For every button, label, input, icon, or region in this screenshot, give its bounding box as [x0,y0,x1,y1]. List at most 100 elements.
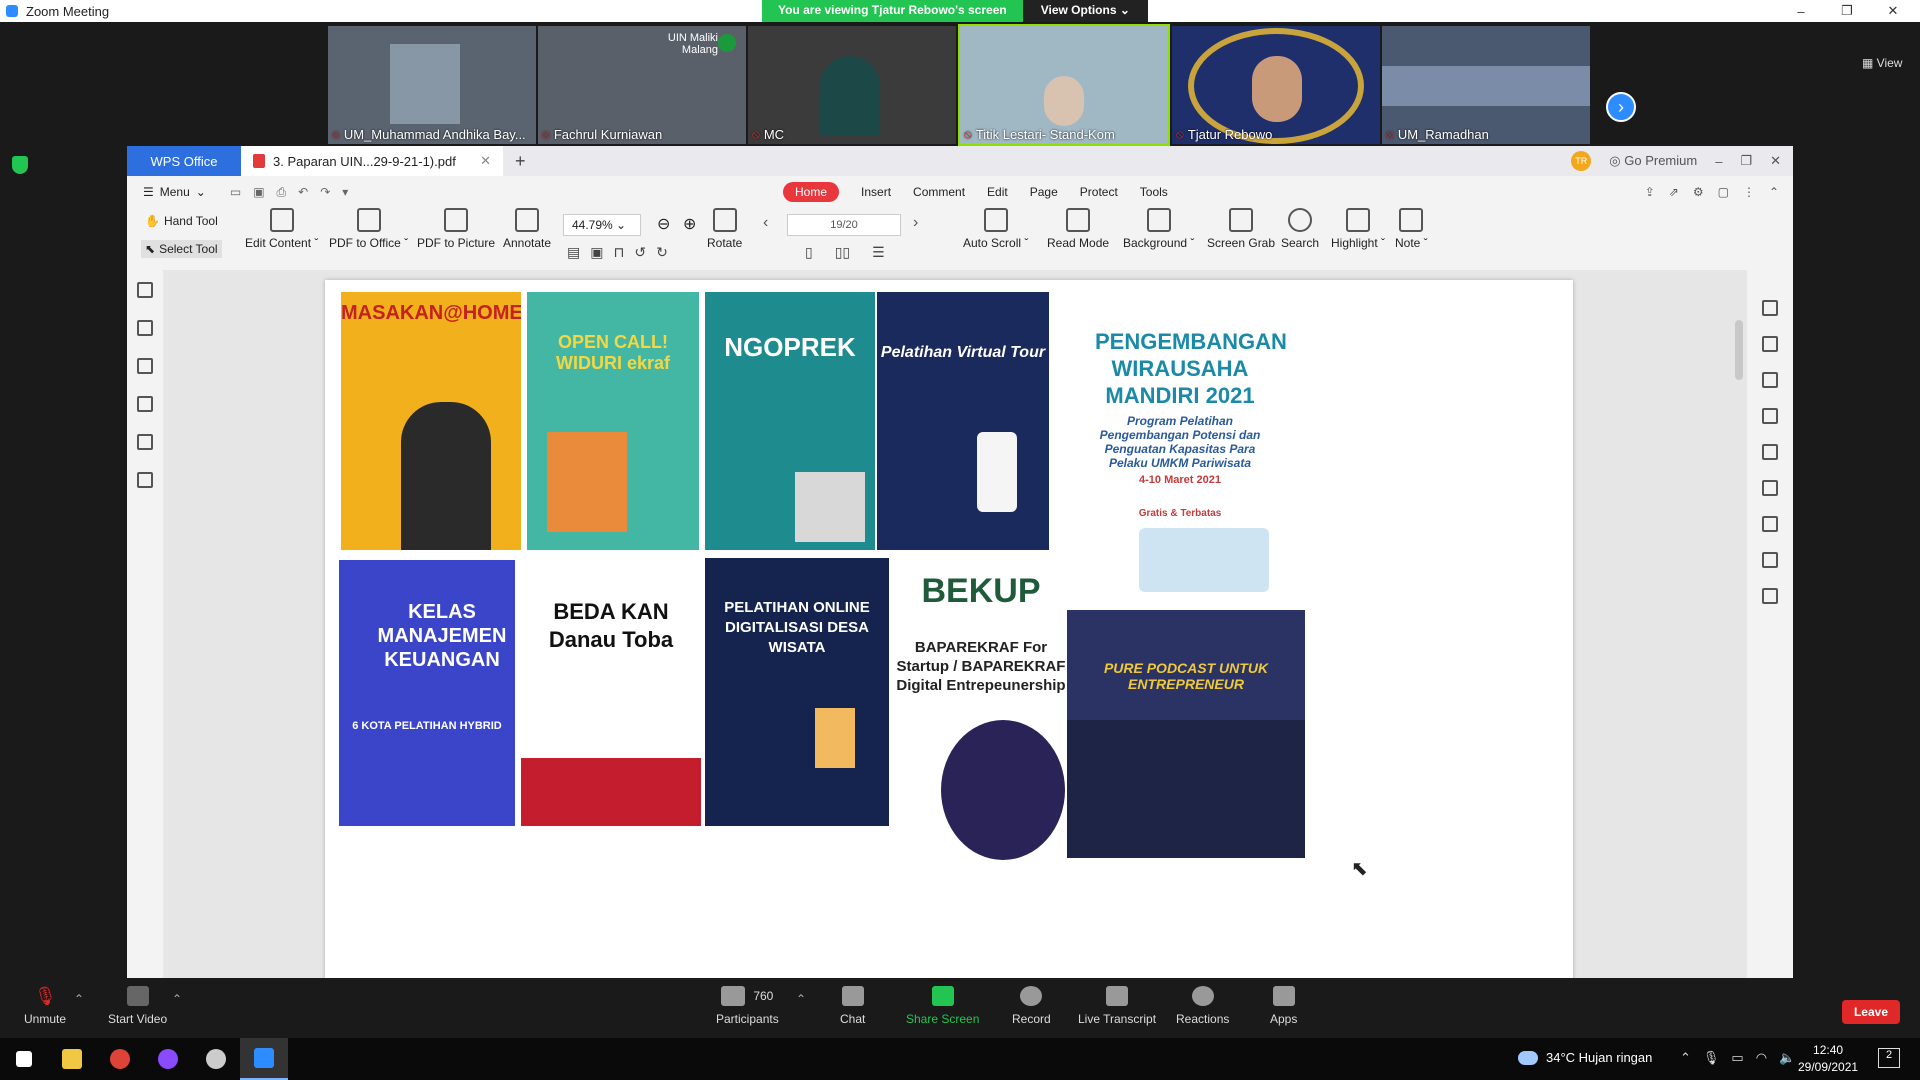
video-options-chevron-icon[interactable]: ⌃ [172,992,182,1006]
save-icon[interactable]: ▣ [253,185,264,200]
screen-grab-button[interactable]: Screen Grab [1207,208,1275,250]
customize-icon[interactable]: ▾ [342,185,348,200]
tab-comment[interactable]: Comment [913,185,965,199]
settings-button[interactable] [192,1038,240,1080]
microphone-icon[interactable]: 🎙 [1703,1050,1720,1066]
zoom-panel-icon[interactable] [1762,588,1778,604]
next-page-icon[interactable]: › [913,214,918,232]
tray-chevron-icon[interactable]: ⌃ [1680,1050,1691,1066]
go-premium-button[interactable]: ◎ Go Premium [1609,153,1697,169]
rotate-right-icon[interactable]: ↻ [656,244,668,261]
wps-office-tab[interactable]: WPS Office [127,146,241,176]
settings-icon[interactable]: ⚙ [1693,185,1704,199]
dual-page-icon[interactable]: ▯▯ [835,244,850,261]
attachment-icon[interactable] [137,396,153,412]
tab-tools[interactable]: Tools [1140,185,1168,199]
previous-page-icon[interactable]: ‹ [763,214,768,232]
notifications-button[interactable]: 2 [1878,1048,1900,1068]
wifi-icon[interactable]: ◠ [1756,1050,1767,1066]
live-transcript-button[interactable]: Live Transcript [1078,986,1156,1026]
participant-tile[interactable]: ⦸ UM_Ramadhan [1382,26,1590,144]
participant-tile[interactable]: ⦸ MC [748,26,956,144]
properties-icon[interactable] [1762,300,1778,316]
messenger-button[interactable] [144,1038,192,1080]
page-number-input[interactable]: 19/20 [787,214,901,236]
crop-icon[interactable]: ⊓ [613,244,624,261]
fit-page-icon[interactable]: ▤ [567,244,580,261]
document-view[interactable]: MASAKAN@HOME OPEN CALL! WIDURI ekraf NGO… [163,270,1747,986]
doc-compare-icon[interactable] [137,472,153,488]
comments-panel-icon[interactable] [137,358,153,374]
start-button[interactable] [0,1038,48,1080]
start-video-button[interactable]: Start Video [108,986,167,1026]
tab-home[interactable]: Home [783,182,840,202]
edit-icon[interactable] [1762,336,1778,352]
record-button[interactable]: Record [1012,986,1051,1026]
wps-close-button[interactable]: ✕ [1770,153,1781,169]
open-icon[interactable]: ▭ [230,185,241,200]
undo-icon[interactable]: ↶ [298,185,308,200]
rotate-button[interactable]: Rotate [707,208,742,250]
auto-scroll-button[interactable]: Auto Scroll ˇ [963,208,1028,250]
unmute-button[interactable]: 🎙 Unmute [24,986,66,1026]
read-mode-button[interactable]: Read Mode [1047,208,1109,250]
comment-icon[interactable]: ▢ [1718,185,1729,199]
file-explorer-button[interactable] [48,1038,96,1080]
participant-tile[interactable]: UIN Maliki Malang ⦸ Fachrul Kurniawan [538,26,746,144]
signature-icon[interactable] [137,434,153,450]
annotate-button[interactable]: Annotate [503,208,551,250]
close-tab-icon[interactable]: ✕ [480,153,491,169]
share-icon[interactable]: ⇪ [1645,185,1655,199]
new-tab-button[interactable]: + [515,151,526,172]
view-button[interactable]: ▦ View [1862,56,1902,70]
form-icon[interactable] [1762,408,1778,424]
background-button[interactable]: Background ˇ [1123,208,1194,250]
continuous-icon[interactable]: ☰ [872,244,885,261]
edit-content-button[interactable]: Edit Content ˇ [245,208,318,250]
bookmark-icon[interactable] [137,282,153,298]
hand-tool-button[interactable]: ✋ Hand Tool [145,214,218,228]
minimize-button[interactable]: – [1778,0,1824,22]
rotate-left-icon[interactable]: ↺ [634,244,646,261]
convert-icon[interactable] [1762,372,1778,388]
pdf-to-office-button[interactable]: PDF to Office ˇ [329,208,408,250]
redo-icon[interactable]: ↷ [320,185,330,200]
print-icon[interactable]: ⎙ [277,185,287,200]
export-icon[interactable]: ⇗ [1669,185,1679,199]
maximize-button[interactable]: ❐ [1824,0,1870,22]
collapse-ribbon-icon[interactable]: ⌃ [1769,185,1779,199]
note-button[interactable]: Note ˇ [1395,208,1428,250]
pdf-to-picture-button[interactable]: PDF to Picture [417,208,495,250]
zoom-in-icon[interactable]: ⊕ [683,214,696,234]
search-button[interactable]: Search [1281,208,1319,250]
tab-protect[interactable]: Protect [1080,185,1118,199]
single-page-icon[interactable]: ▯ [805,244,813,261]
print-panel-icon[interactable] [1762,516,1778,532]
share-screen-button[interactable]: Share Screen [906,986,979,1026]
clock[interactable]: 12:40 29/09/2021 [1798,1042,1858,1076]
thumbnail-icon[interactable] [137,320,153,336]
wps-restore-button[interactable]: ❐ [1740,153,1752,169]
next-gallery-page-button[interactable]: › [1606,92,1636,122]
leave-button[interactable]: Leave [1841,1000,1900,1024]
tab-page[interactable]: Page [1030,185,1058,199]
tab-edit[interactable]: Edit [987,185,1008,199]
zoom-out-icon[interactable]: ⊖ [657,214,670,234]
sign-icon[interactable] [1762,444,1778,460]
more-icon[interactable]: ⋮ [1743,185,1755,199]
zoom-level-input[interactable]: 44.79% ⌄ [563,214,641,236]
select-tool-button[interactable]: ⬉ Select Tool [141,240,222,258]
participants-chevron-icon[interactable]: ⌃ [796,992,806,1006]
document-tab[interactable]: 3. Paparan UIN...29-9-21-1).pdf ✕ [241,146,503,176]
wps-minimize-button[interactable]: – [1715,154,1722,169]
volume-icon[interactable]: 🔈 [1779,1050,1795,1066]
participants-button[interactable]: 760 Participants [716,986,779,1026]
participant-tile[interactable]: ⦸ Tjatur Rebowo [1172,26,1380,144]
participant-tile[interactable]: ⦸ UM_Muhammad Andhika Bay... [328,26,536,144]
audio-options-chevron-icon[interactable]: ⌃ [74,992,84,1006]
user-avatar[interactable]: TR [1571,151,1592,171]
chat-button[interactable]: Chat [840,986,865,1026]
vertical-scrollbar[interactable] [1735,320,1743,380]
compress-icon[interactable] [1762,552,1778,568]
reactions-button[interactable]: Reactions [1176,986,1229,1026]
